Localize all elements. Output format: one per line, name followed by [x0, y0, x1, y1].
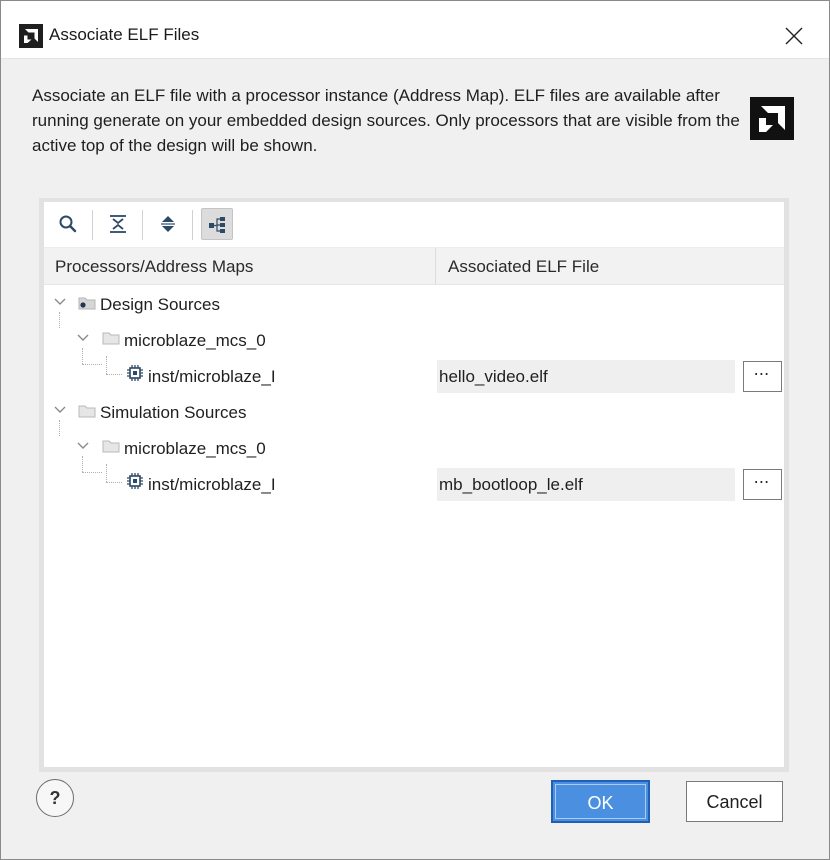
tree-table: Processors/Address Maps Associated ELF F… [44, 202, 784, 767]
folder-icon [78, 403, 96, 419]
dialog-description: Associate an ELF file with a processor i… [32, 86, 740, 155]
table-header: Processors/Address Maps Associated ELF F… [44, 248, 784, 285]
search-button[interactable] [52, 208, 84, 240]
toolbar-separator [142, 210, 143, 240]
tree-node-label[interactable]: microblaze_mcs_0 [124, 434, 266, 464]
tree-connector [82, 348, 83, 364]
tree-connector [106, 482, 122, 483]
ok-button-label: OK [587, 793, 614, 813]
associate-elf-dialog: Associate ELF Files Associate an ELF fil… [0, 0, 830, 860]
tree-node-label[interactable]: Design Sources [100, 290, 220, 320]
close-button[interactable] [777, 19, 811, 53]
collapse-all-button[interactable] [102, 208, 134, 240]
tree-connector [106, 464, 107, 482]
help-icon: ? [49, 788, 61, 808]
chevron-down-icon[interactable] [53, 295, 67, 309]
column-header-processors[interactable]: Processors/Address Maps [44, 248, 436, 285]
toolbar-separator [192, 210, 193, 240]
browse-elf-button[interactable]: ⋯ [743, 469, 782, 500]
tree-node-label[interactable]: Simulation Sources [100, 398, 246, 428]
tree-connector [106, 356, 107, 374]
window-title: Associate ELF Files [49, 25, 200, 44]
expand-all-icon [161, 216, 175, 232]
hierarchy-icon [209, 217, 225, 233]
cancel-button-label: Cancel [706, 792, 763, 812]
title-bar: Associate ELF Files [1, 1, 829, 59]
elf-association-panel: Processors/Address Maps Associated ELF F… [39, 198, 789, 772]
tree-connector [106, 374, 122, 375]
tree-connector [59, 420, 60, 436]
elf-file-field[interactable]: hello_video.elf [437, 360, 735, 393]
browse-elf-button[interactable]: ⋯ [743, 361, 782, 392]
folder-icon [102, 330, 120, 346]
elf-file-field[interactable]: mb_bootloop_le.elf [437, 468, 735, 501]
cancel-button[interactable]: Cancel [686, 781, 783, 822]
tree-node-label[interactable]: inst/microblaze_I [148, 362, 276, 392]
processor-chip-icon [126, 472, 144, 490]
source-folder-icon [78, 295, 96, 311]
amd-logo-icon [19, 24, 43, 48]
close-icon [785, 27, 803, 45]
tree-node-label[interactable]: inst/microblaze_I [148, 470, 276, 500]
more-options-icon: ⋯ [753, 474, 772, 491]
collapse-all-icon [110, 215, 126, 233]
ok-button[interactable]: OK [551, 780, 650, 823]
folder-icon [102, 438, 120, 454]
amd-logo-icon [750, 97, 794, 140]
tree-connector [82, 472, 102, 473]
tree-connector [82, 364, 102, 365]
toolbar-separator [92, 210, 93, 240]
tree-connector [59, 312, 60, 328]
tree-connector [82, 456, 83, 472]
expand-all-button[interactable] [152, 208, 184, 240]
hierarchy-toggle-button[interactable] [201, 208, 233, 240]
search-icon [59, 215, 77, 233]
tree-node-label[interactable]: microblaze_mcs_0 [124, 326, 266, 356]
chevron-down-icon[interactable] [53, 403, 67, 417]
help-button[interactable]: ? [36, 779, 74, 817]
chevron-down-icon[interactable] [76, 331, 90, 345]
column-header-elf-file[interactable]: Associated ELF File [437, 248, 784, 285]
processor-chip-icon [126, 364, 144, 382]
tree-toolbar [44, 202, 784, 248]
more-options-icon: ⋯ [753, 366, 772, 383]
chevron-down-icon[interactable] [76, 439, 90, 453]
